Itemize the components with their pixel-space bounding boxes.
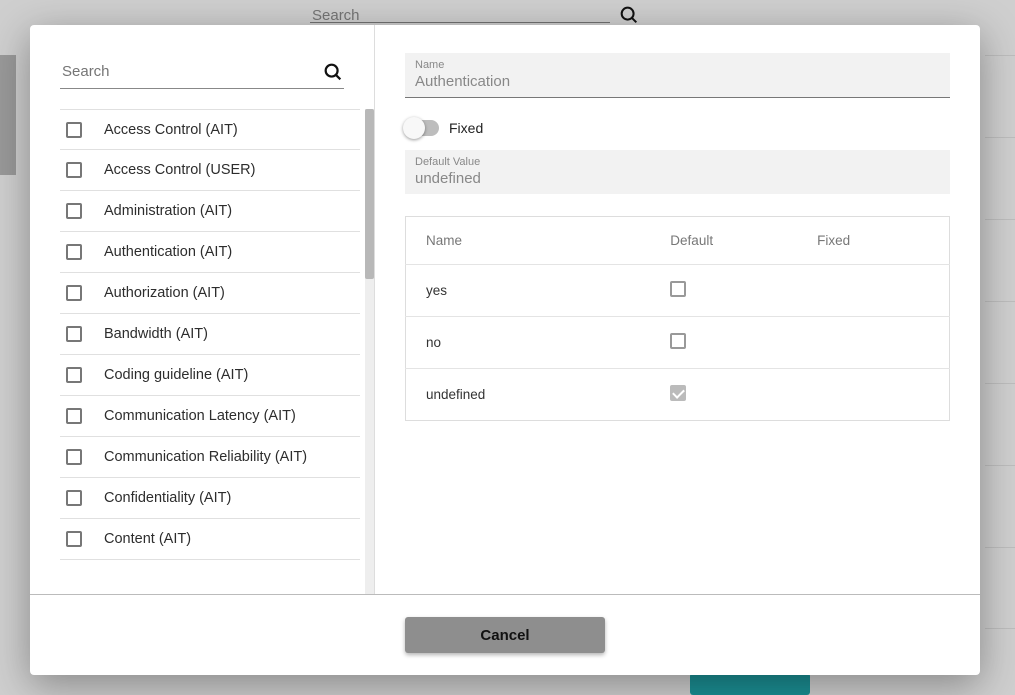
option-default-cell	[650, 265, 797, 317]
checkbox-icon[interactable]	[66, 490, 82, 506]
dialog-search-input[interactable]	[60, 59, 316, 84]
list-item-label: Coding guideline (AIT)	[104, 367, 248, 383]
table-row: no	[406, 317, 950, 369]
dialog-body: Access Control (AIT) Access Control (USE…	[30, 25, 980, 595]
fixed-toggle-label: Fixed	[449, 120, 483, 136]
list-item[interactable]: Authentication (AIT)	[60, 232, 360, 273]
option-name: yes	[406, 265, 651, 317]
list-item[interactable]: Content (AIT)	[60, 519, 360, 560]
list-item-label: Bandwidth (AIT)	[104, 326, 208, 342]
cancel-button[interactable]: Cancel	[405, 617, 605, 653]
checkbox-icon[interactable]	[66, 285, 82, 301]
col-name: Name	[406, 217, 651, 265]
right-panel: Name Authentication Fixed Default Value …	[375, 25, 980, 594]
property-list: Access Control (AIT) Access Control (USE…	[60, 109, 360, 560]
dialog-search[interactable]	[60, 55, 344, 89]
options-table: Name Default Fixed yes no	[405, 216, 950, 421]
table-row: undefined	[406, 369, 950, 421]
name-field-label: Name	[415, 59, 940, 71]
dialog: Access Control (AIT) Access Control (USE…	[30, 25, 980, 675]
col-default: Default	[650, 217, 797, 265]
table-header-row: Name Default Fixed	[406, 217, 950, 265]
list-item-label: Content (AIT)	[104, 531, 191, 547]
default-value-field[interactable]: Default Value undefined	[405, 150, 950, 194]
checkbox-icon[interactable]	[670, 333, 686, 349]
list-item[interactable]: Communication Reliability (AIT)	[60, 437, 360, 478]
scrollbar-thumb[interactable]	[365, 109, 374, 279]
option-default-cell	[650, 317, 797, 369]
left-panel: Access Control (AIT) Access Control (USE…	[30, 25, 375, 594]
col-fixed: Fixed	[797, 217, 949, 265]
default-value-label: Default Value	[415, 156, 940, 168]
table-row: yes	[406, 265, 950, 317]
page-search-underline	[310, 22, 610, 23]
list-item[interactable]: Confidentiality (AIT)	[60, 478, 360, 519]
checkbox-icon[interactable]	[66, 531, 82, 547]
list-item-label: Communication Reliability (AIT)	[104, 449, 307, 465]
fixed-toggle[interactable]	[405, 120, 439, 136]
option-fixed-cell	[797, 317, 949, 369]
checkbox-icon[interactable]	[66, 203, 82, 219]
dialog-footer: Cancel	[30, 595, 980, 675]
checkbox-icon[interactable]	[66, 122, 82, 138]
default-value-value: undefined	[415, 170, 481, 187]
list-item-label: Access Control (AIT)	[104, 122, 238, 138]
toggle-knob-icon	[403, 117, 425, 139]
checkbox-icon[interactable]	[66, 449, 82, 465]
list-item-label: Authorization (AIT)	[104, 285, 225, 301]
option-fixed-cell	[797, 265, 949, 317]
option-name: no	[406, 317, 651, 369]
checkbox-icon[interactable]	[66, 162, 82, 178]
checkbox-icon[interactable]	[66, 326, 82, 342]
bg-left-scroll-thumb	[0, 55, 16, 175]
list-item[interactable]: Bandwidth (AIT)	[60, 314, 360, 355]
list-item-label: Administration (AIT)	[104, 203, 232, 219]
option-fixed-cell	[797, 369, 949, 421]
bg-right-rows	[985, 55, 1015, 629]
list-item[interactable]: Access Control (AIT)	[60, 109, 360, 150]
search-icon[interactable]	[618, 4, 640, 26]
list-item[interactable]: Access Control (USER)	[60, 150, 360, 191]
search-icon[interactable]	[322, 61, 344, 83]
option-name: undefined	[406, 369, 651, 421]
fixed-toggle-row: Fixed	[405, 120, 950, 136]
list-item-label: Authentication (AIT)	[104, 244, 232, 260]
checkbox-icon[interactable]	[66, 244, 82, 260]
checkbox-checked-icon[interactable]	[670, 385, 686, 401]
option-default-cell	[650, 369, 797, 421]
list-item-label: Communication Latency (AIT)	[104, 408, 296, 424]
name-field-value: Authentication	[415, 73, 510, 90]
list-item-label: Confidentiality (AIT)	[104, 490, 231, 506]
list-item[interactable]: Authorization (AIT)	[60, 273, 360, 314]
checkbox-icon[interactable]	[66, 367, 82, 383]
checkbox-icon[interactable]	[670, 281, 686, 297]
list-item-label: Access Control (USER)	[104, 162, 255, 178]
checkbox-icon[interactable]	[66, 408, 82, 424]
list-container: Access Control (AIT) Access Control (USE…	[30, 109, 374, 594]
bg-primary-button	[690, 673, 810, 695]
page-search-input[interactable]	[310, 3, 610, 28]
list-item[interactable]: Coding guideline (AIT)	[60, 355, 360, 396]
list-item[interactable]: Administration (AIT)	[60, 191, 360, 232]
name-field[interactable]: Name Authentication	[405, 53, 950, 98]
list-item[interactable]: Communication Latency (AIT)	[60, 396, 360, 437]
